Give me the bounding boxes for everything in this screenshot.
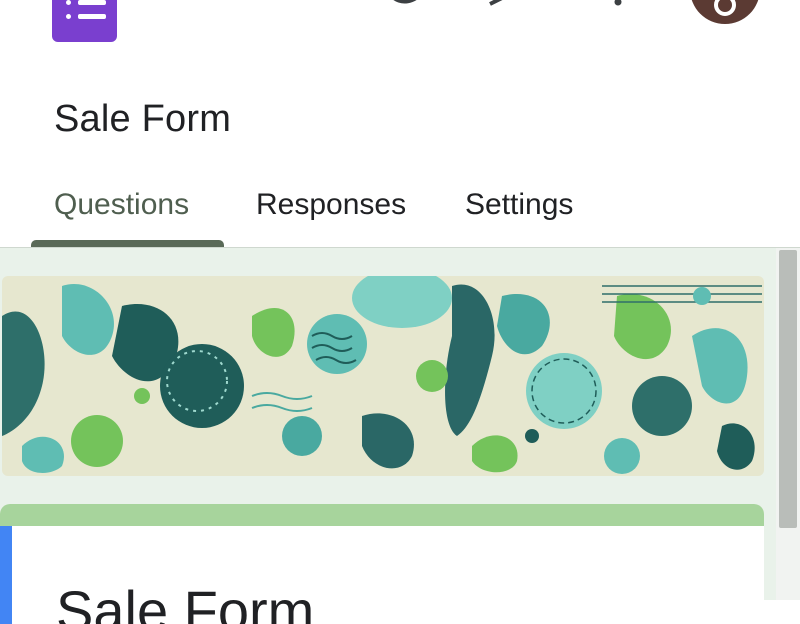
card-title[interactable]: Sale Form	[56, 578, 314, 624]
focus-indicator	[0, 526, 12, 624]
account-avatar[interactable]	[690, 0, 760, 24]
tab-questions[interactable]: Questions	[54, 188, 189, 222]
google-forms-logo-icon[interactable]	[52, 0, 117, 42]
tab-bar: Questions Responses Settings	[0, 172, 800, 248]
send-icon[interactable]	[486, 0, 516, 6]
form-title[interactable]: Sale Form	[54, 98, 231, 141]
more-vert-icon[interactable]	[606, 0, 636, 6]
header-banner-image	[2, 276, 764, 476]
tab-settings[interactable]: Settings	[465, 188, 573, 222]
top-app-bar	[0, 0, 800, 70]
tab-responses[interactable]: Responses	[256, 188, 406, 222]
palette-icon[interactable]	[276, 0, 306, 6]
scrollbar-thumb[interactable]	[779, 250, 797, 528]
header-accent-bar	[0, 504, 764, 526]
preview-icon[interactable]	[392, 0, 422, 6]
form-editor-canvas: Sale Form	[0, 248, 800, 624]
form-header-card[interactable]: Sale Form	[0, 504, 764, 624]
